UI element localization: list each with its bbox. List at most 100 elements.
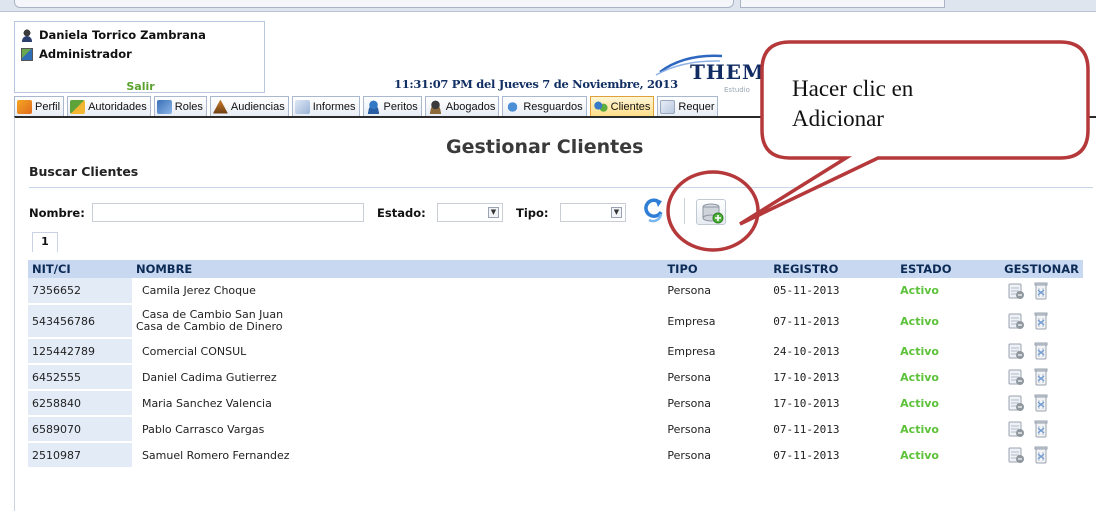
browser-search-box[interactable]	[740, 0, 945, 8]
tab-label: Abogados	[445, 100, 496, 113]
edit-icon[interactable]	[1007, 367, 1025, 387]
delete-icon[interactable]	[1032, 445, 1050, 465]
app-logo: THEM	[690, 60, 766, 84]
cell-name: Casa de Cambio San Juan Casa de Cambio d…	[131, 304, 664, 339]
edit-icon[interactable]	[1007, 393, 1025, 413]
cell-nit: 6589070	[28, 416, 132, 443]
cell-nit: 6452555	[28, 364, 132, 391]
add-database-icon	[702, 203, 724, 224]
tab-clientes[interactable]: Clientes	[589, 96, 655, 116]
status-label: Estado:	[377, 206, 426, 220]
cell-status: Activo	[896, 304, 1001, 339]
name-search-input[interactable]	[92, 203, 364, 222]
tab-label: Requer	[678, 100, 715, 113]
edit-icon[interactable]	[1007, 311, 1025, 331]
user-role: Administrador	[39, 47, 132, 61]
profile-icon	[17, 99, 32, 114]
cell-type: Persona	[663, 442, 770, 469]
logout-link[interactable]: Salir	[15, 80, 266, 93]
col-header-type[interactable]: TIPO	[663, 260, 770, 278]
cell-type: Empresa	[663, 304, 770, 339]
table-row: 6452555 Daniel Cadima Gutierrez Persona …	[28, 364, 1083, 391]
tab-informes[interactable]: Informes	[291, 96, 360, 116]
hearings-icon	[212, 99, 228, 114]
server-clock: 11:31:07 PM del Jueves 7 de Noviembre, 2…	[394, 77, 678, 91]
delete-icon[interactable]	[1032, 367, 1050, 387]
cell-nit: 2510987	[28, 442, 132, 469]
page-number-1[interactable]: 1	[32, 232, 58, 252]
cell-name: Maria Sanchez Valencia	[131, 390, 664, 417]
cell-actions	[1000, 416, 1083, 443]
cell-name: Daniel Cadima Gutierrez	[131, 364, 664, 391]
type-select[interactable]: ▼	[560, 203, 626, 222]
table-row: 6589070 Pablo Carrasco Vargas Persona 07…	[28, 416, 1083, 443]
tab-label: Perfil	[35, 100, 61, 113]
cell-nit: 7356652	[28, 278, 132, 305]
delete-icon[interactable]	[1032, 311, 1050, 331]
page-title: Gestionar Clientes	[446, 136, 644, 158]
cell-date: 07-11-2013	[769, 442, 897, 469]
app-root: { "user": { "name": "Daniela Torrico Zam…	[0, 0, 1096, 511]
tab-label: Clientes	[610, 100, 651, 113]
callout-line-1: Hacer clic en	[792, 76, 914, 101]
edit-icon[interactable]	[1007, 281, 1025, 301]
edit-icon[interactable]	[1007, 419, 1025, 439]
col-header-status[interactable]: ESTADO	[896, 260, 1001, 278]
cell-name: Comercial CONSUL	[131, 338, 664, 365]
cell-date: 07-11-2013	[769, 416, 897, 443]
tab-label: Informes	[312, 100, 356, 113]
toolbar-separator	[684, 198, 685, 224]
add-client-button[interactable]	[696, 199, 726, 225]
edit-icon[interactable]	[1007, 341, 1025, 361]
status-select[interactable]: ▼	[437, 203, 503, 222]
cell-actions	[1000, 364, 1083, 391]
cell-type: Persona	[663, 364, 770, 391]
name-label: Nombre:	[29, 206, 85, 220]
tab-abogados[interactable]: Abogados	[424, 96, 500, 116]
cell-status: Activo	[896, 442, 1001, 469]
cell-name: Pablo Carrasco Vargas	[131, 416, 664, 443]
cell-type: Persona	[663, 416, 770, 443]
safeguards-icon	[505, 99, 521, 114]
tab-roles[interactable]: Roles	[153, 96, 207, 116]
cell-date: 24-10-2013	[769, 338, 897, 365]
col-header-name[interactable]: NOMBRE	[131, 260, 664, 278]
cell-actions	[1000, 338, 1083, 365]
chevron-down-icon: ▼	[488, 207, 499, 218]
cell-type: Persona	[663, 390, 770, 417]
refresh-button[interactable]	[644, 196, 664, 226]
table-row: 6258840 Maria Sanchez Valencia Persona 1…	[28, 390, 1083, 417]
browser-toolbar-strip	[0, 0, 1096, 12]
table-row: 7356652 Camila Jerez Choque Persona 05-1…	[28, 278, 1083, 305]
cell-nit: 125442789	[28, 338, 132, 365]
tab-label: Roles	[174, 100, 203, 113]
tab-autoridades[interactable]: Autoridades	[67, 96, 151, 116]
cell-type: Empresa	[663, 338, 770, 365]
cell-actions	[1000, 278, 1083, 305]
delete-icon[interactable]	[1032, 419, 1050, 439]
cell-date: 05-11-2013	[769, 278, 897, 305]
table-row: 2510987 Samuel Romero Fernandez Persona …	[28, 442, 1083, 469]
tab-resguardos[interactable]: Resguardos	[502, 96, 587, 116]
col-header-nit[interactable]: NIT/CI	[28, 260, 132, 278]
tab-peritos[interactable]: Peritos	[362, 96, 422, 116]
tab-requer[interactable]: Requer	[657, 96, 719, 116]
col-header-date[interactable]: REGISTRO	[769, 260, 897, 278]
delete-icon[interactable]	[1032, 281, 1050, 301]
user-info-panel: Daniela Torrico Zambrana Administrador S…	[14, 21, 265, 93]
callout-text: Hacer clic en Adicionar	[792, 74, 992, 134]
reports-icon	[294, 99, 310, 114]
lawyers-icon	[427, 99, 443, 114]
authorities-icon	[70, 99, 86, 114]
delete-icon[interactable]	[1032, 393, 1050, 413]
tab-perfil[interactable]: Perfil	[14, 96, 65, 116]
address-bar[interactable]	[14, 0, 734, 8]
cell-name: Camila Jerez Choque	[131, 278, 664, 305]
cell-actions	[1000, 304, 1083, 339]
user-name: Daniela Torrico Zambrana	[39, 28, 206, 42]
edit-icon[interactable]	[1007, 445, 1025, 465]
delete-icon[interactable]	[1032, 341, 1050, 361]
tab-audiencias[interactable]: Audiencias	[209, 96, 289, 116]
cell-name-line2: Casa de Cambio de Dinero	[135, 320, 283, 333]
cell-status: Activo	[896, 338, 1001, 365]
